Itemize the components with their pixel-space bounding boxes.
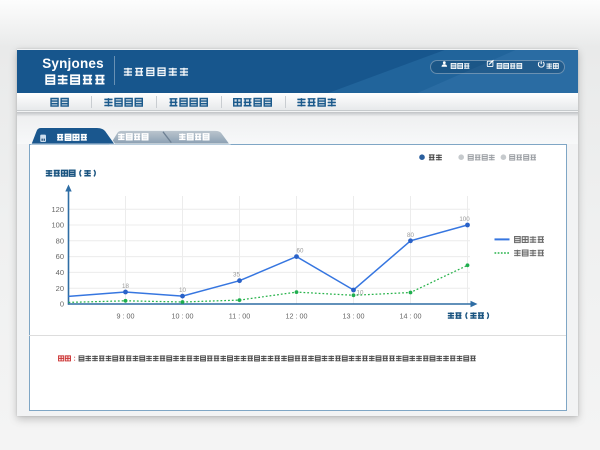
svg-text:10: 10 — [357, 290, 364, 297]
svg-text:9 : 00: 9 : 00 — [117, 312, 135, 321]
svg-text:14 : 00: 14 : 00 — [400, 312, 422, 321]
svg-text:80: 80 — [407, 232, 414, 239]
svg-text:35: 35 — [233, 272, 240, 279]
svg-text:0: 0 — [60, 300, 64, 309]
svg-text:10: 10 — [179, 287, 186, 294]
svg-text:18: 18 — [122, 283, 129, 290]
svg-text:12 : 00: 12 : 00 — [286, 312, 308, 321]
svg-text:60: 60 — [56, 252, 64, 261]
svg-text:120: 120 — [51, 205, 64, 214]
svg-text:20: 20 — [56, 284, 64, 293]
svg-text:13 : 00: 13 : 00 — [343, 312, 365, 321]
svg-text:10 : 00: 10 : 00 — [172, 312, 194, 321]
svg-text:80: 80 — [56, 236, 64, 245]
svg-text:60: 60 — [297, 248, 304, 255]
svg-text:11 : 00: 11 : 00 — [229, 312, 250, 321]
svg-text:40: 40 — [56, 268, 64, 277]
svg-text:100: 100 — [459, 216, 470, 223]
svg-text:100: 100 — [51, 221, 64, 230]
